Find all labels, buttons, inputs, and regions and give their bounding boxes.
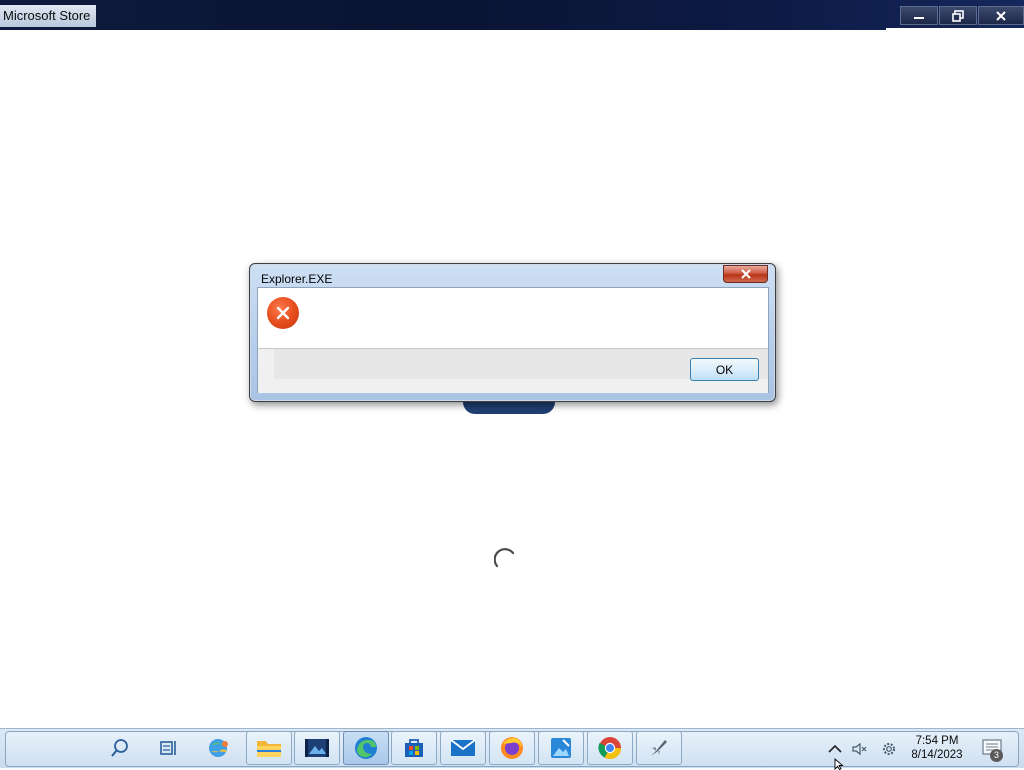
loading-spinner-icon xyxy=(494,548,515,568)
widgets-icon xyxy=(209,739,228,757)
error-icon xyxy=(267,297,299,329)
task-view-button[interactable] xyxy=(145,731,191,765)
firefox-button[interactable] xyxy=(489,731,535,765)
volume-button[interactable] xyxy=(852,741,868,757)
window-titlebar: Microsoft Store xyxy=(0,0,1024,32)
mouse-cursor-icon xyxy=(834,758,844,770)
chrome-button[interactable] xyxy=(587,731,633,765)
restore-button[interactable] xyxy=(939,6,977,25)
mail-button[interactable] xyxy=(440,731,486,765)
restore-icon xyxy=(952,9,964,22)
error-dialog: Explorer.EXE OK xyxy=(249,263,776,402)
edge-icon xyxy=(355,737,377,759)
volume-muted-icon xyxy=(852,742,867,756)
minimize-button[interactable] xyxy=(900,6,938,25)
search-icon xyxy=(111,739,128,757)
gear-icon xyxy=(883,743,895,755)
dialog-body: OK xyxy=(257,287,769,393)
dialog-close-button[interactable] xyxy=(723,265,768,283)
minimize-icon xyxy=(914,16,924,19)
close-icon xyxy=(996,10,1006,21)
store-button[interactable] xyxy=(391,731,437,765)
widgets-button[interactable] xyxy=(196,731,242,765)
show-hidden-icons-button[interactable] xyxy=(827,741,843,757)
file-explorer-icon xyxy=(257,741,281,757)
window-title: Microsoft Store xyxy=(0,5,97,27)
notification-count-badge: 3 xyxy=(990,749,1003,762)
dialog-title: Explorer.EXE xyxy=(261,272,333,286)
mail-icon xyxy=(450,739,476,756)
edge-button[interactable] xyxy=(343,731,389,765)
close-button[interactable] xyxy=(978,6,1024,25)
settings-button[interactable] xyxy=(881,741,897,757)
photos-button[interactable] xyxy=(294,731,340,765)
taskbar: 7:54 PM 8/14/2023 3 xyxy=(0,728,1024,768)
file-explorer-button[interactable] xyxy=(246,731,292,765)
clock-time: 7:54 PM xyxy=(915,735,959,747)
ok-button[interactable]: OK xyxy=(690,358,759,381)
clock-date: 8/14/2023 xyxy=(911,749,963,761)
app-button[interactable] xyxy=(636,731,682,765)
paint-icon xyxy=(551,738,571,758)
search-button[interactable] xyxy=(97,731,143,765)
taskbar-clock[interactable]: 7:54 PM 8/14/2023 xyxy=(900,734,974,762)
chevron-up-icon xyxy=(828,744,842,753)
paint-button[interactable] xyxy=(538,731,584,765)
dialog-footer: OK xyxy=(258,348,768,393)
firefox-icon xyxy=(501,737,523,759)
caption-buttons xyxy=(899,6,1024,26)
app-icon xyxy=(651,740,667,756)
store-icon xyxy=(405,739,423,757)
close-icon xyxy=(740,269,751,279)
titlebar-edge xyxy=(886,28,1024,32)
task-view-icon xyxy=(160,741,176,755)
photos-icon xyxy=(305,739,329,757)
chrome-icon xyxy=(598,737,621,759)
